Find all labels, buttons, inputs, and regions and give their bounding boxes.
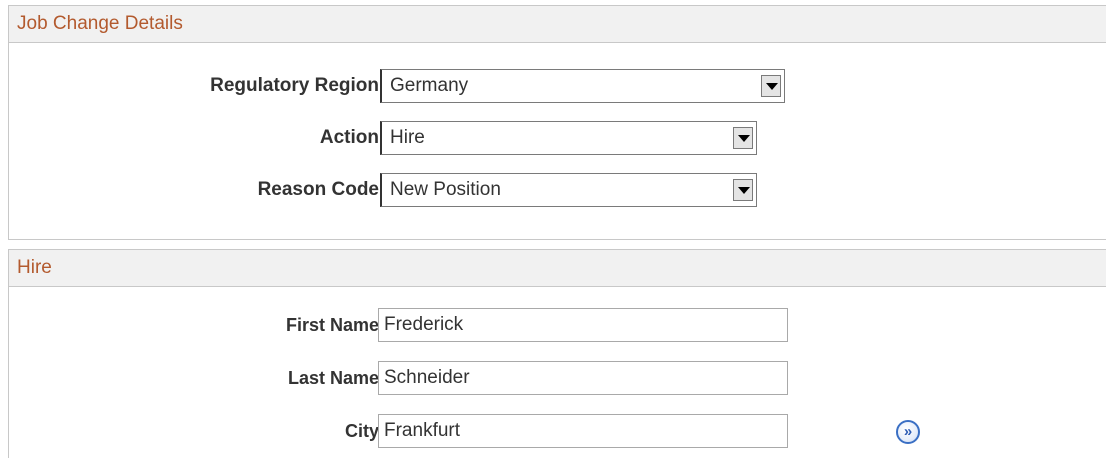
city-field[interactable]: Frankfurt <box>378 414 788 448</box>
regulatory-region-label: Regulatory Region <box>210 75 379 96</box>
section-title-job-change-details: Job Change Details <box>9 6 1106 43</box>
last-name-row: Last Name Schneider <box>9 361 1106 395</box>
double-chevron-right-icon[interactable]: » <box>896 420 920 444</box>
chevron-down-icon[interactable] <box>761 75 781 97</box>
last-name-value: Schneider <box>384 367 470 388</box>
reason-code-label: Reason Code <box>257 179 379 200</box>
section-title-hire: Hire <box>9 250 1106 287</box>
regulatory-region-value: Germany <box>390 75 469 96</box>
hire-section: Hire First Name Frederick Last Name Schn… <box>8 249 1106 458</box>
action-label: Action <box>319 127 379 148</box>
reason-code-select[interactable]: New Position <box>380 173 757 207</box>
regulatory-region-row: Regulatory Region Germany <box>9 69 1106 103</box>
city-value: Frankfurt <box>384 420 461 441</box>
reason-code-value: New Position <box>390 179 501 200</box>
city-label: City <box>344 421 379 441</box>
first-name-label: First Name <box>285 315 379 335</box>
chevron-down-icon[interactable] <box>733 127 753 149</box>
action-select[interactable]: Hire <box>380 121 757 155</box>
first-name-row: First Name Frederick <box>9 308 1106 342</box>
reason-code-row: Reason Code New Position <box>9 173 1106 207</box>
chevron-down-icon[interactable] <box>733 179 753 201</box>
job-change-details-section: Job Change Details Regulatory Region Ger… <box>8 5 1106 240</box>
action-value: Hire <box>390 127 425 148</box>
last-name-field[interactable]: Schneider <box>378 361 788 395</box>
regulatory-region-select[interactable]: Germany <box>380 69 785 103</box>
city-row: City Frankfurt » <box>9 414 1106 448</box>
action-row: Action Hire <box>9 121 1106 155</box>
first-name-value: Frederick <box>384 314 464 335</box>
last-name-label: Last Name <box>287 368 379 388</box>
first-name-field[interactable]: Frederick <box>378 308 788 342</box>
